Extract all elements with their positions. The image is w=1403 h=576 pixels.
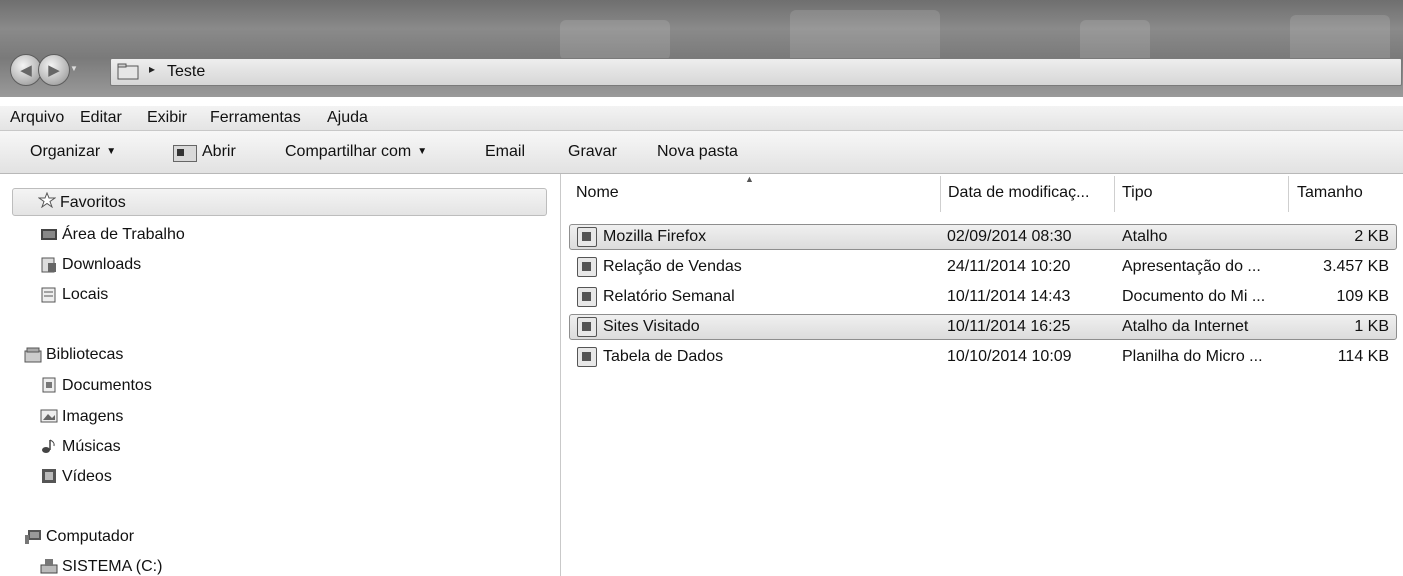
file-type: Planilha do Micro ... [1122, 348, 1263, 365]
title-bar: ◀ ▶ ▼ ▸ Teste [0, 0, 1403, 97]
file-date: 02/09/2014 08:30 [947, 228, 1072, 245]
file-type: Documento do Mi ... [1122, 288, 1266, 305]
menu-bar: Arquivo Editar Exibir Ferramentas Ajuda [0, 106, 1403, 131]
file-date: 24/11/2014 10:20 [947, 258, 1071, 275]
sidebar-computador[interactable]: Computador [46, 528, 134, 546]
navigation-pane: Favoritos Área de Trabalho Downloads Loc… [0, 174, 561, 576]
column-divider[interactable] [1288, 176, 1289, 212]
menu-exibir[interactable]: Exibir [147, 109, 187, 127]
forward-arrow-icon: ▶ [48, 62, 60, 79]
sidebar-item-locais[interactable]: Locais [62, 286, 108, 304]
chevron-down-icon: ▼ [417, 146, 428, 157]
file-type: Atalho da Internet [1122, 318, 1249, 335]
nova-pasta-button[interactable]: Nova pasta [657, 143, 738, 161]
downloads-icon [41, 257, 56, 273]
file-size: 2 KB [1354, 228, 1389, 245]
file-date: 10/10/2014 10:09 [947, 348, 1072, 365]
music-icon [42, 439, 55, 453]
document-icon [577, 287, 597, 307]
shortcut-icon [577, 227, 597, 247]
file-date: 10/11/2014 14:43 [947, 288, 1071, 305]
sidebar-item-musicas[interactable]: Músicas [62, 438, 121, 456]
breadcrumb-separator[interactable]: ▸ [149, 62, 155, 76]
computer-icon [25, 530, 41, 544]
sort-ascending-icon: ▲ [745, 174, 754, 184]
sidebar-item-sistema-c[interactable]: SISTEMA (C:) [62, 558, 162, 576]
email-button[interactable]: Email [485, 143, 525, 161]
back-arrow-icon: ◀ [20, 62, 32, 79]
menu-ajuda[interactable]: Ajuda [327, 109, 368, 127]
file-size: 3.457 KB [1323, 258, 1389, 275]
file-type: Apresentação do ... [1122, 258, 1261, 275]
compartilhar-button[interactable]: Compartilhar com ▼ [285, 143, 427, 161]
presentation-icon [577, 257, 597, 277]
column-divider[interactable] [1114, 176, 1115, 212]
file-name: Mozilla Firefox [603, 228, 707, 245]
libraries-icon [24, 347, 42, 363]
organizar-label: Organizar [30, 143, 101, 160]
menu-ferramentas[interactable]: Ferramentas [210, 109, 301, 127]
column-header-nome[interactable]: Nome [576, 184, 619, 202]
file-size: 114 KB [1337, 348, 1389, 365]
column-header-tamanho[interactable]: Tamanho [1297, 184, 1363, 202]
background-blur [560, 20, 670, 60]
abrir-button[interactable]: Abrir [202, 143, 236, 161]
forward-button[interactable]: ▶ [38, 54, 70, 86]
drive-icon [40, 559, 58, 574]
recent-places-icon [41, 287, 56, 303]
folder-icon [117, 63, 139, 80]
star-icon [38, 192, 56, 208]
spreadsheet-icon [577, 347, 597, 367]
organizar-button[interactable]: Organizar ▼ [30, 143, 116, 161]
command-bar: Organizar ▼ Abrir Compartilhar com ▼ Email… [0, 131, 1403, 174]
recent-pages-dropdown[interactable]: ▼ [70, 64, 78, 73]
open-icon [173, 145, 197, 162]
internet-shortcut-icon [577, 317, 597, 337]
file-name: Relatório Semanal [603, 288, 735, 305]
sidebar-item-imagens[interactable]: Imagens [62, 408, 123, 426]
column-header-tipo[interactable]: Tipo [1122, 184, 1153, 202]
gravar-button[interactable]: Gravar [568, 143, 617, 161]
documents-icon [42, 377, 56, 393]
chevron-down-icon: ▼ [106, 146, 117, 157]
file-size: 1 KB [1354, 318, 1389, 335]
column-header-data[interactable]: Data de modificaç... [948, 184, 1089, 202]
file-name: Relação de Vendas [603, 258, 742, 275]
address-bar[interactable]: ▸ Teste [110, 58, 1402, 86]
sidebar-favoritos[interactable]: Favoritos [60, 194, 126, 212]
file-name: Tabela de Dados [603, 348, 724, 365]
menu-arquivo[interactable]: Arquivo [10, 109, 64, 127]
sidebar-item-documentos[interactable]: Documentos [62, 377, 152, 395]
column-divider[interactable] [940, 176, 941, 212]
sidebar-item-downloads[interactable]: Downloads [62, 256, 141, 274]
breadcrumb-current-folder[interactable]: Teste [167, 63, 205, 81]
file-type: Atalho [1122, 228, 1168, 245]
file-name: Sites Visitado [603, 318, 700, 335]
desktop-icon [41, 229, 57, 240]
sidebar-item-area-de-trabalho[interactable]: Área de Trabalho [62, 226, 185, 244]
pictures-icon [40, 409, 58, 423]
compartilhar-label: Compartilhar com [285, 143, 412, 160]
file-size: 109 KB [1336, 288, 1389, 305]
menu-editar[interactable]: Editar [80, 109, 122, 127]
sidebar-item-videos[interactable]: Vídeos [62, 468, 112, 486]
videos-icon [42, 469, 56, 483]
file-date: 10/11/2014 16:25 [947, 318, 1071, 335]
sidebar-bibliotecas[interactable]: Bibliotecas [46, 346, 123, 364]
